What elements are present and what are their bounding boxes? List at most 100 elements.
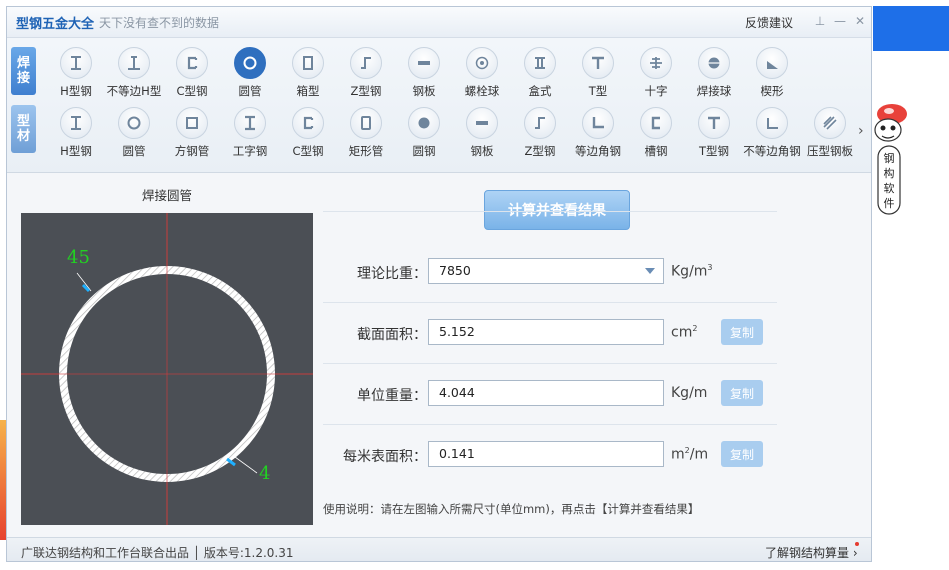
weight-label: 单位重量： bbox=[357, 388, 427, 404]
profile-item-label: 槽钢 bbox=[644, 144, 668, 158]
status-bar: 广联达钢结构和工作台联合出品 │ 版本号:1.2.0.31 了解钢结构算量 › bbox=[7, 537, 871, 561]
section-toolbar: 焊 接 型 材 H型钢 不等边H型 C型钢 圆管 箱型 Z型钢 钢板 螺栓球 盒式 T型 十字 焊接球… bbox=[7, 38, 871, 173]
weld-item-round-tube[interactable]: 圆管 bbox=[221, 44, 279, 102]
weld-item-h-beam[interactable]: H型钢 bbox=[47, 44, 105, 102]
weld-item-label: 焊接球 bbox=[696, 84, 732, 98]
weld-item-z-section[interactable]: Z型钢 bbox=[337, 44, 395, 102]
mascot-char: 软 bbox=[884, 181, 895, 195]
weld-item-label: 箱型 bbox=[296, 84, 320, 98]
outer-diameter-value[interactable]: 45 bbox=[67, 247, 90, 268]
mascot-logo: 钢 构 软 件 bbox=[874, 104, 907, 215]
weld-item-label: C型钢 bbox=[176, 84, 208, 98]
copy-surface-button[interactable]: 复制 bbox=[721, 441, 763, 467]
profile-item-label: 钢板 bbox=[470, 144, 494, 158]
weld-item-label: 楔形 bbox=[760, 84, 784, 98]
desktop-background bbox=[873, 6, 949, 51]
profile-item-square-tube[interactable]: 方钢管 bbox=[163, 104, 221, 162]
area-field[interactable]: 5.152 bbox=[428, 319, 664, 345]
profile-item-profiled-sheet[interactable]: 压型钢板 bbox=[801, 104, 859, 162]
tab-weld[interactable]: 焊 接 bbox=[11, 47, 36, 95]
weld-item-row: H型钢 不等边H型 C型钢 圆管 箱型 Z型钢 钢板 螺栓球 盒式 T型 十字 焊接球 楔形 bbox=[47, 44, 867, 104]
unequal-angle-icon bbox=[756, 107, 788, 139]
weld-item-box-section[interactable]: 箱型 bbox=[279, 44, 337, 102]
divider bbox=[323, 424, 777, 425]
weld-item-cross-section[interactable]: 十字 bbox=[627, 44, 685, 102]
profile-item-equal-angle[interactable]: 等边角钢 bbox=[569, 104, 627, 162]
weld-item-label: 钢板 bbox=[412, 84, 436, 98]
round-tube-icon bbox=[118, 107, 150, 139]
copy-area-button[interactable]: 复制 bbox=[721, 319, 763, 345]
close-button[interactable]: ✕ bbox=[853, 14, 867, 28]
divider bbox=[323, 302, 777, 303]
tab-profile[interactable]: 型 材 bbox=[11, 105, 36, 153]
profile-item-label: 圆钢 bbox=[412, 144, 436, 158]
t-section-icon bbox=[582, 47, 614, 79]
weld-item-label: Z型钢 bbox=[350, 84, 382, 98]
preview-title: 焊接圆管 bbox=[141, 188, 192, 203]
profile-item-round-bar[interactable]: 圆钢 bbox=[395, 104, 453, 162]
h-beam-icon bbox=[60, 47, 92, 79]
profile-item-channel[interactable]: 槽钢 bbox=[627, 104, 685, 162]
density-select[interactable]: 7850 bbox=[428, 258, 664, 284]
area-unit: cm2 bbox=[671, 324, 698, 341]
copy-weight-button[interactable]: 复制 bbox=[721, 380, 763, 406]
feedback-link[interactable]: 反馈建议 bbox=[745, 14, 793, 31]
bolt-ball-icon bbox=[466, 47, 498, 79]
box-section-icon bbox=[292, 47, 324, 79]
section-drawing[interactable]: 45 4 bbox=[21, 213, 313, 525]
tab-profile-label-bottom: 材 bbox=[16, 129, 30, 144]
density-unit: Kg/m3 bbox=[671, 263, 713, 280]
weight-unit: Kg/m bbox=[671, 385, 708, 401]
rect-tube-icon bbox=[350, 107, 382, 139]
pin-icon[interactable]: ⊥ bbox=[813, 14, 827, 28]
weld-item-steel-plate[interactable]: 钢板 bbox=[395, 44, 453, 102]
c-channel-icon bbox=[292, 107, 324, 139]
profile-item-label: 圆管 bbox=[122, 144, 146, 158]
area-value: 5.152 bbox=[439, 324, 475, 339]
profile-item-h-beam[interactable]: H型钢 bbox=[47, 104, 105, 162]
weld-item-c-channel[interactable]: C型钢 bbox=[163, 44, 221, 102]
divider bbox=[323, 363, 777, 364]
z-section-icon bbox=[524, 107, 556, 139]
profile-item-i-beam[interactable]: 工字钢 bbox=[221, 104, 279, 162]
surface-field[interactable]: 0.141 bbox=[428, 441, 664, 467]
weld-item-unequal-h-beam[interactable]: 不等边H型 bbox=[105, 44, 163, 102]
profile-item-unequal-angle[interactable]: 不等边角钢 bbox=[743, 104, 801, 162]
mascot-char: 件 bbox=[884, 197, 895, 210]
minimize-button[interactable]: — bbox=[833, 14, 847, 28]
profile-item-label: T型钢 bbox=[698, 144, 730, 158]
weight-field[interactable]: 4.044 bbox=[428, 380, 664, 406]
profile-item-c-channel[interactable]: C型钢 bbox=[279, 104, 337, 162]
app-slogan: 天下没有查不到的数据 bbox=[99, 16, 220, 30]
weld-item-box-type[interactable]: 盒式 bbox=[511, 44, 569, 102]
h-beam-icon bbox=[60, 107, 92, 139]
round-bar-icon bbox=[408, 107, 440, 139]
usage-note: 使用说明：请在左图输入所需尺寸(单位mm)，再点击【计算并查看结果】 bbox=[323, 502, 700, 516]
weight-value: 4.044 bbox=[439, 385, 475, 400]
weld-item-label: T型 bbox=[588, 84, 608, 98]
weld-item-label: 不等边H型 bbox=[106, 84, 162, 98]
weld-item-welded-ball[interactable]: 焊接球 bbox=[685, 44, 743, 102]
channel-icon bbox=[640, 107, 672, 139]
steel-plate-icon bbox=[466, 107, 498, 139]
profile-item-steel-plate[interactable]: 钢板 bbox=[453, 104, 511, 162]
learn-more-link[interactable]: 了解钢结构算量 › bbox=[765, 544, 858, 561]
weld-item-bolt-ball[interactable]: 螺栓球 bbox=[453, 44, 511, 102]
notification-dot bbox=[855, 542, 859, 546]
calculate-button[interactable]: 计算并查看结果 bbox=[484, 190, 630, 230]
title-bar: 型钢五金大全 天下没有查不到的数据 反馈建议 ⊥ — ✕ bbox=[7, 7, 871, 38]
square-tube-icon bbox=[176, 107, 208, 139]
profile-item-round-tube[interactable]: 圆管 bbox=[105, 104, 163, 162]
profile-item-label: 不等边角钢 bbox=[743, 144, 801, 158]
app-title: 型钢五金大全 bbox=[16, 17, 95, 32]
profile-item-z-section[interactable]: Z型钢 bbox=[511, 104, 569, 162]
weld-item-wedge[interactable]: 楔形 bbox=[743, 44, 801, 102]
thickness-value[interactable]: 4 bbox=[259, 463, 270, 484]
wedge-icon bbox=[756, 47, 788, 79]
scroll-right-arrow-icon[interactable]: › bbox=[858, 123, 864, 139]
profile-item-t-section[interactable]: T型钢 bbox=[685, 104, 743, 162]
density-value: 7850 bbox=[439, 263, 471, 278]
box-type-icon bbox=[524, 47, 556, 79]
weld-item-t-section[interactable]: T型 bbox=[569, 44, 627, 102]
profile-item-rect-tube[interactable]: 矩形管 bbox=[337, 104, 395, 162]
